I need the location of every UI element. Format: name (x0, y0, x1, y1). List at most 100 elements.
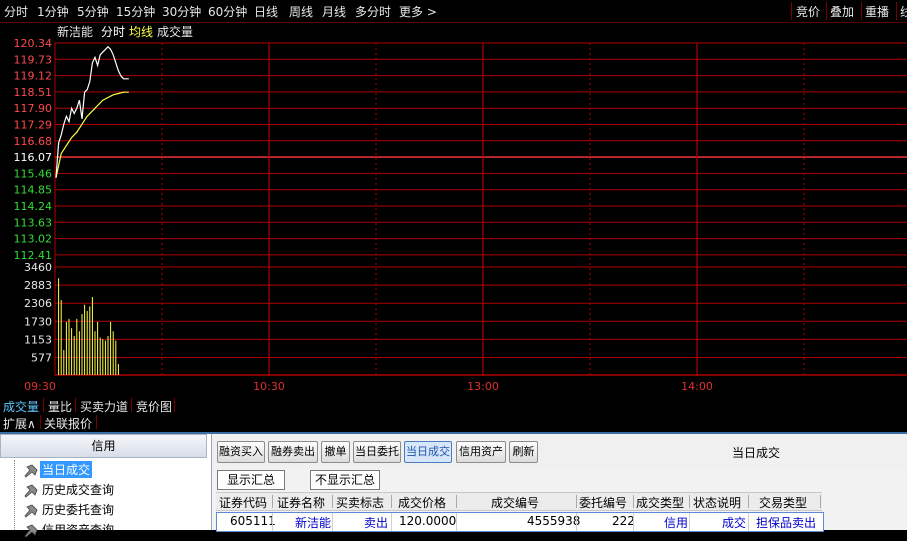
nav-item-label: 历史成交查询 (42, 483, 115, 497)
nav-item-history-orders[interactable]: 历史委托查询 (22, 501, 116, 519)
related-quote-tab[interactable]: 关联报价 (44, 415, 92, 432)
expand-toggle[interactable]: 扩展∧ (3, 415, 36, 432)
show-summary-button[interactable]: 显示汇总 (217, 470, 285, 490)
tab-multi-fenshi[interactable]: 多分时 (355, 3, 391, 20)
col-divider[interactable] (748, 495, 749, 508)
price-tick-label: 117.29 (14, 119, 53, 132)
col-trade-no[interactable]: 成交编号 (491, 494, 539, 511)
separator (861, 2, 862, 20)
nav-item-label: 当日成交 (40, 461, 93, 478)
nav-item-today-trades[interactable]: 当日成交 (22, 461, 93, 479)
tab-monthly[interactable]: 月线 (322, 3, 346, 20)
col-trade-type[interactable]: 成交类型 (636, 494, 684, 511)
nav-item-credit-assets[interactable]: 信用资产查询 (22, 521, 116, 539)
auction-button[interactable]: 竞价 (796, 3, 820, 20)
col-divider[interactable] (689, 495, 690, 508)
price-tick-label: 115.46 (14, 167, 53, 180)
tree-line (14, 460, 16, 530)
line-button[interactable]: 线 (900, 3, 907, 20)
volume-tick-label: 2883 (24, 279, 52, 292)
nav-item-label: 信用资产查询 (42, 523, 115, 537)
period-toolbar: 分时 1分钟 5分钟 15分钟 30分钟 60分钟 日线 周线 月线 多分时 更… (0, 0, 907, 23)
tab-60min[interactable]: 60分钟 (208, 3, 247, 20)
tab-auction-chart[interactable]: 竞价图 (136, 398, 172, 415)
tab-volume-ratio[interactable]: 量比 (48, 398, 72, 415)
tab-buysell-force[interactable]: 买卖力道 (80, 398, 128, 415)
tab-daily[interactable]: 日线 (254, 3, 278, 20)
price-tick-label: 113.63 (14, 216, 53, 229)
cell-code: 605111 (230, 514, 276, 528)
volume-tick-label: 3460 (24, 261, 52, 274)
cell-divider (633, 513, 634, 531)
col-status[interactable]: 状态说明 (693, 494, 741, 511)
cell-divider (689, 513, 690, 531)
avg-price-line (55, 91, 129, 178)
short-sell-button[interactable]: 融券卖出 (268, 441, 318, 463)
legend-volume: 成交量 (157, 24, 193, 39)
tab-5min[interactable]: 5分钟 (77, 3, 109, 20)
table-row[interactable]: 605111 新洁能 卖出 120.0000 4555938 222 信用 成交… (216, 512, 824, 532)
col-code[interactable]: 证券代码 (219, 494, 267, 511)
separator (75, 398, 76, 412)
cell-divider (332, 513, 333, 531)
refresh-button[interactable]: 刷新 (509, 441, 538, 463)
trade-toolbar: 融资买入 融券卖出 撤单 当日委托 当日成交 信用资产 刷新 当日成交 (212, 434, 907, 468)
col-order-no[interactable]: 委托编号 (579, 494, 627, 511)
price-tick-label: 116.68 (14, 135, 53, 148)
price-tick-label: 118.51 (14, 86, 53, 99)
chart-canvas[interactable]: 120.34 119.73 119.12 118.51 117.90 117.29 116.… (0, 22, 907, 397)
today-trades-button[interactable]: 当日成交 (404, 441, 452, 463)
nav-item-label: 历史委托查询 (42, 503, 115, 517)
col-divider[interactable] (576, 495, 577, 508)
cell-divider (391, 513, 392, 531)
separator (43, 398, 44, 412)
price-tick-label: 114.85 (14, 184, 53, 197)
separator (826, 2, 827, 20)
separator (131, 398, 132, 412)
col-divider[interactable] (633, 495, 634, 508)
col-name[interactable]: 证券名称 (277, 494, 325, 511)
tab-volume[interactable]: 成交量 (3, 398, 39, 415)
hide-summary-button[interactable]: 不显示汇总 (310, 470, 380, 490)
tab-weekly[interactable]: 周线 (289, 3, 313, 20)
cell-divider (272, 513, 273, 531)
price-line (55, 45, 129, 178)
col-divider[interactable] (456, 495, 457, 508)
replay-button[interactable]: 重播 (865, 3, 889, 20)
separator (174, 398, 175, 412)
tab-1min[interactable]: 1分钟 (37, 3, 69, 20)
col-side[interactable]: 买卖标志 (336, 494, 384, 511)
cell-deal-type: 担保品卖出 (756, 516, 817, 530)
legend-avg: 均线 (129, 25, 153, 39)
tab-15min[interactable]: 15分钟 (116, 3, 155, 20)
today-orders-button[interactable]: 当日委托 (353, 441, 401, 463)
price-tick-label: 113.02 (14, 233, 53, 246)
stock-name: 新洁能 (57, 24, 93, 39)
volume-tick-label: 1153 (24, 333, 52, 346)
cancel-order-button[interactable]: 撤单 (321, 441, 350, 463)
tab-30min[interactable]: 30分钟 (162, 3, 201, 20)
trading-panel: 信用 当日成交 历史成交查询 历史委托查询 信用资产查询 融资买入 融券卖出 撤… (0, 432, 907, 538)
cell-name: 新洁能 (295, 516, 332, 530)
intraday-chart[interactable]: 120.34 119.73 119.12 118.51 117.90 117.29 116.… (0, 22, 907, 397)
col-price[interactable]: 成交价格 (398, 494, 446, 511)
nav-item-history-trades[interactable]: 历史成交查询 (22, 481, 116, 499)
sub-tabs: 扩展∧ 关联报价 (0, 414, 907, 431)
col-deal-type[interactable]: 交易类型 (759, 494, 807, 511)
price-tick-label: 117.90 (14, 102, 53, 115)
cell-divider (748, 513, 749, 531)
legend-fenshi: 分时 (101, 25, 125, 39)
tab-fenshi[interactable]: 分时 (4, 3, 28, 20)
margin-buy-button[interactable]: 融资买入 (217, 441, 265, 463)
col-divider[interactable] (332, 495, 333, 508)
overlay-button[interactable]: 叠加 (830, 3, 854, 20)
col-divider[interactable] (391, 495, 392, 508)
time-tick-label: 14:00 (681, 380, 713, 393)
col-divider[interactable] (820, 495, 821, 508)
tab-more[interactable]: 更多 > (399, 3, 437, 20)
col-divider[interactable] (272, 495, 273, 508)
credit-assets-button[interactable]: 信用资产 (456, 441, 506, 463)
price-tick-label: 120.34 (14, 37, 53, 50)
cell-trade-no: 4555938 (527, 514, 581, 528)
volume-tick-label: 577 (31, 352, 52, 365)
